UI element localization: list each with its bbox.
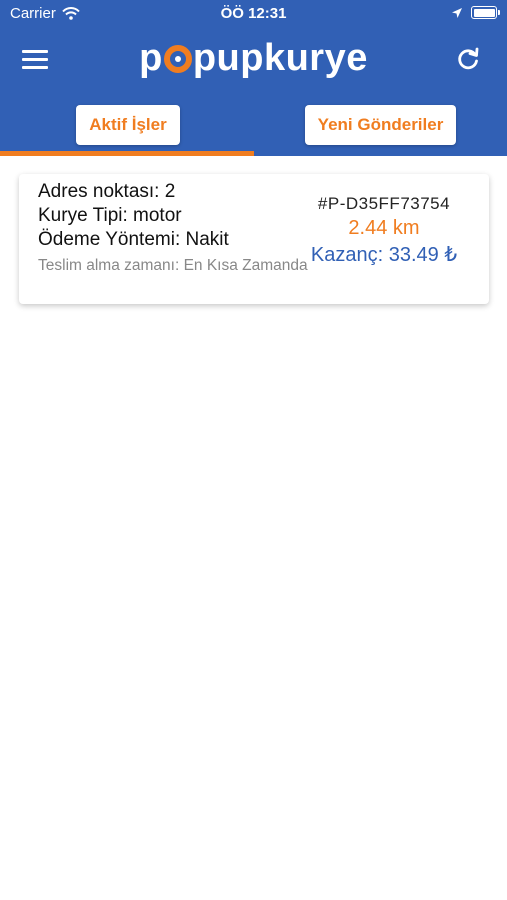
logo-text-suffix: pupkurye bbox=[192, 37, 368, 79]
clock: ÖÖ 12:31 bbox=[220, 5, 287, 22]
app-logo: p pupkurye bbox=[0, 37, 507, 80]
logo-text-prefix: p bbox=[139, 37, 163, 79]
courier-type: Kurye Tipi: motor bbox=[38, 205, 182, 226]
payment-method: Ödeme Yöntemi: Nakit bbox=[38, 229, 229, 250]
order-id: #P-D35FF73754 bbox=[317, 194, 451, 213]
tab-yeni-gonderiler[interactable]: Yeni Gönderiler bbox=[305, 105, 456, 145]
order-summary: #P-D35FF73754 2.44 km Kazanç: 33.49 ₺ bbox=[299, 194, 469, 267]
refresh-icon bbox=[458, 47, 479, 70]
location-arrow-icon bbox=[452, 7, 462, 18]
active-tab-indicator bbox=[0, 151, 254, 156]
order-card[interactable]: Adres noktası: 2 Kurye Tipi: motor Ödeme… bbox=[19, 174, 489, 304]
tab-aktif-isler[interactable]: Aktif İşler bbox=[76, 105, 180, 145]
address-points: Adres noktası: 2 bbox=[38, 181, 176, 202]
status-bar: Carrier ÖÖ 12:31 bbox=[0, 0, 507, 28]
refresh-button[interactable] bbox=[455, 46, 481, 72]
pickup-time: Teslim alma zamanı: En Kısa Zamanda bbox=[38, 257, 308, 274]
location-pin-icon bbox=[163, 41, 193, 73]
battery-icon bbox=[471, 6, 500, 19]
order-distance: 2.44 km bbox=[348, 217, 420, 239]
order-details: Adres noktası: 2 Kurye Tipi: motor Ödeme… bbox=[38, 180, 308, 276]
order-earning: Kazanç: 33.49 ₺ bbox=[310, 244, 458, 266]
app-header: Carrier ÖÖ 12:31 p pupkurye Aktif İşler … bbox=[0, 0, 507, 156]
status-icons bbox=[451, 6, 500, 19]
